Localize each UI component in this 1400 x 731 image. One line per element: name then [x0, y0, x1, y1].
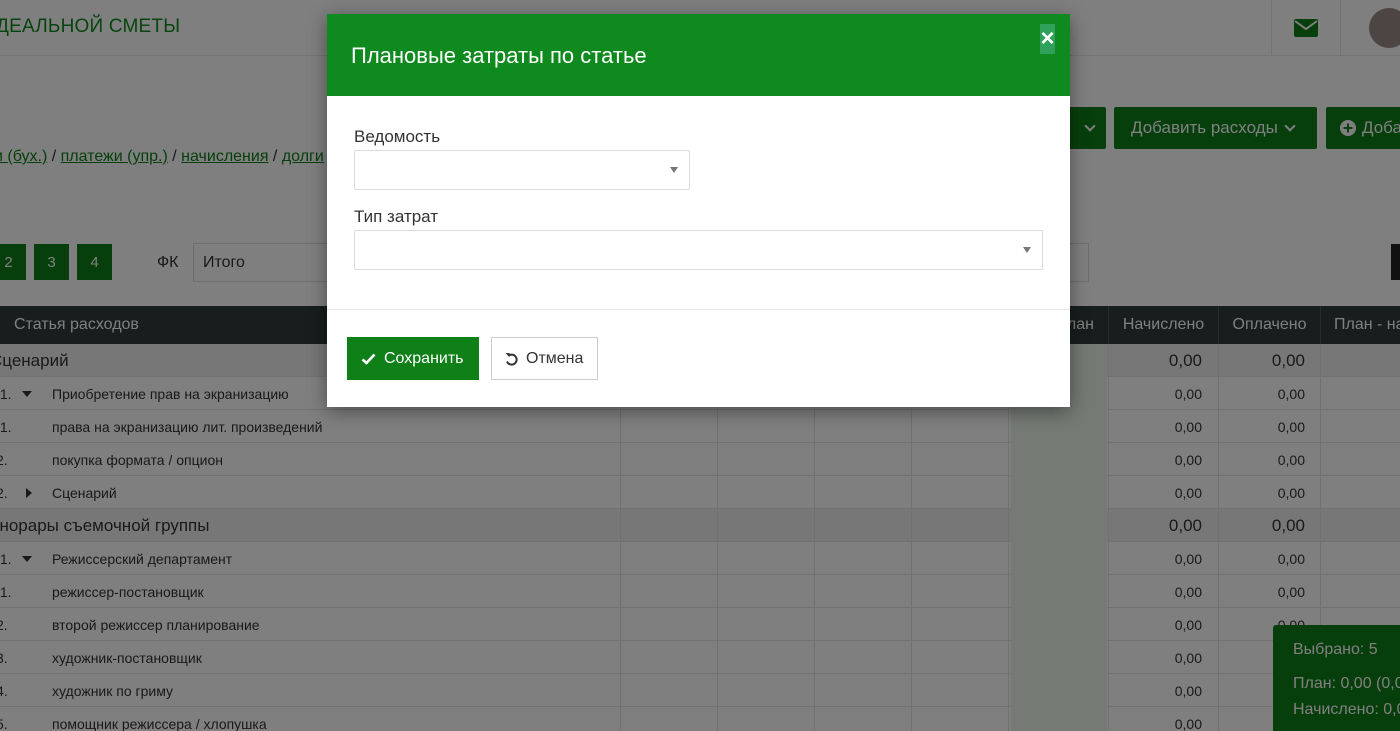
- cost-type-label: Тип затрат: [354, 207, 439, 226]
- cost-type-select[interactable]: [354, 230, 1043, 270]
- check-icon: [361, 353, 376, 365]
- save-button[interactable]: Сохранить: [347, 337, 479, 380]
- dropdown-arrow-icon: [1023, 247, 1031, 253]
- dropdown-arrow-icon: [670, 167, 678, 173]
- statement-select[interactable]: [354, 150, 690, 190]
- close-button[interactable]: ×: [1040, 24, 1055, 54]
- planned-costs-dialog: Плановые затраты по статье × Ведомость Т…: [327, 14, 1070, 407]
- undo-icon: [505, 352, 518, 366]
- dialog-title: Плановые затраты по статье: [351, 43, 647, 68]
- cancel-button[interactable]: Отмена: [491, 337, 598, 380]
- dialog-divider: [327, 309, 1070, 310]
- dialog-header: Плановые затраты по статье ×: [327, 14, 1070, 96]
- statement-label: Ведомость: [354, 127, 441, 146]
- save-label: Сохранить: [384, 349, 464, 367]
- cancel-label: Отмена: [526, 349, 584, 367]
